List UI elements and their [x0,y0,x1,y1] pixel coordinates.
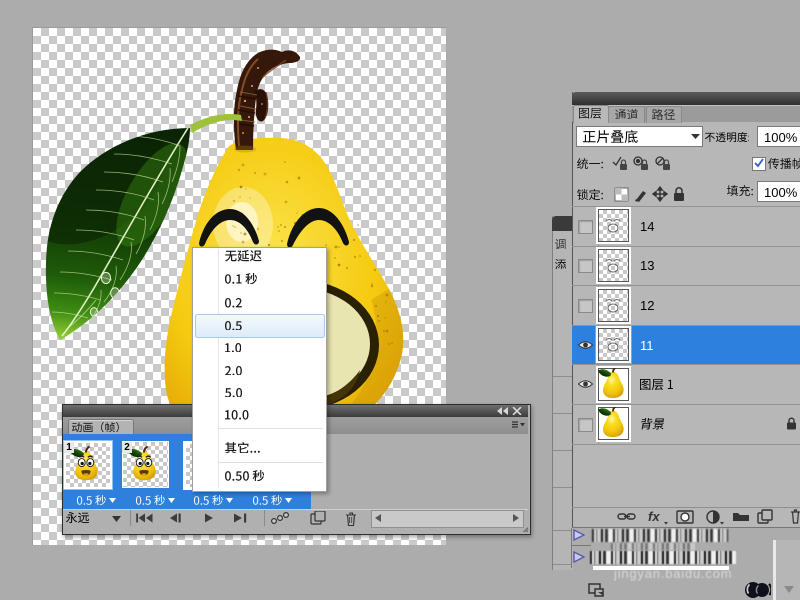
svg-text:fx: fx [648,509,660,524]
